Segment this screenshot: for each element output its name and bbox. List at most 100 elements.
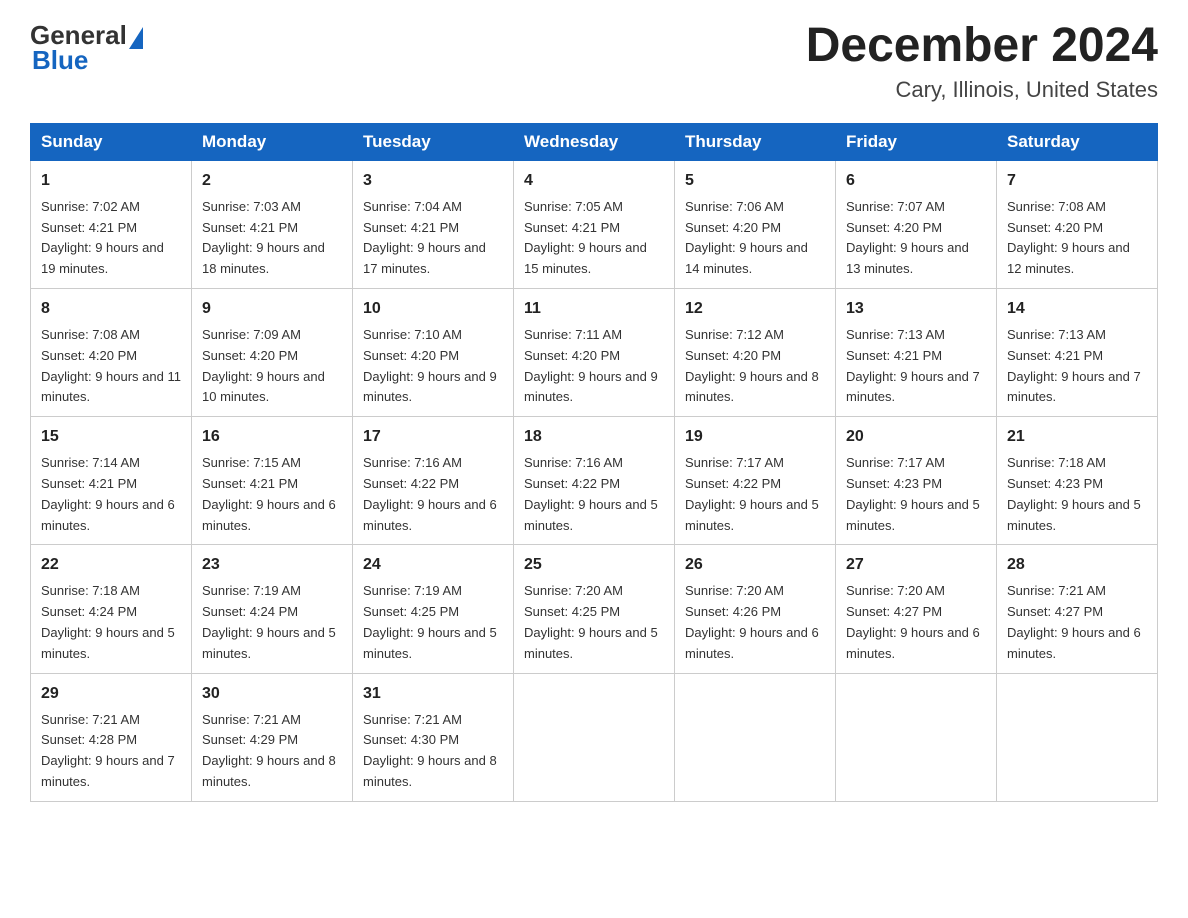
day-cell: 23Sunrise: 7:19 AMSunset: 4:24 PMDayligh… <box>192 545 353 673</box>
day-info: Sunrise: 7:18 AMSunset: 4:24 PMDaylight:… <box>41 581 181 664</box>
day-info: Sunrise: 7:10 AMSunset: 4:20 PMDaylight:… <box>363 325 503 408</box>
day-info: Sunrise: 7:03 AMSunset: 4:21 PMDaylight:… <box>202 197 342 280</box>
day-number: 27 <box>846 553 986 577</box>
logo: General Blue <box>30 20 145 76</box>
week-row-5: 29Sunrise: 7:21 AMSunset: 4:28 PMDayligh… <box>31 673 1158 801</box>
day-cell: 28Sunrise: 7:21 AMSunset: 4:27 PMDayligh… <box>997 545 1158 673</box>
day-cell: 24 Sunrise: 7:19 AMSunset: 4:25 PMDayligh… <box>353 545 514 673</box>
day-info: Sunrise: 7:08 AMSunset: 4:20 PMDaylight:… <box>41 325 181 408</box>
day-cell: 5Sunrise: 7:06 AMSunset: 4:20 PMDaylight… <box>675 160 836 288</box>
calendar-table: SundayMondayTuesdayWednesdayThursdayFrid… <box>30 123 1158 802</box>
header-tuesday: Tuesday <box>353 123 514 160</box>
day-number: 11 <box>524 297 664 321</box>
day-info: Sunrise: 7:11 AMSunset: 4:20 PMDaylight:… <box>524 325 664 408</box>
day-cell: 9 Sunrise: 7:09 AMSunset: 4:20 PMDaylight… <box>192 288 353 416</box>
day-number: 28 <box>1007 553 1147 577</box>
day-cell: 11 Sunrise: 7:11 AMSunset: 4:20 PMDayligh… <box>514 288 675 416</box>
day-info: Sunrise: 7:17 AMSunset: 4:22 PMDaylight:… <box>685 453 825 536</box>
day-number: 4 <box>524 169 664 193</box>
day-cell: 8 Sunrise: 7:08 AMSunset: 4:20 PMDaylight… <box>31 288 192 416</box>
day-cell: 25 Sunrise: 7:20 AMSunset: 4:25 PMDayligh… <box>514 545 675 673</box>
day-number: 22 <box>41 553 181 577</box>
day-cell: 26 Sunrise: 7:20 AMSunset: 4:26 PMDayligh… <box>675 545 836 673</box>
day-number: 19 <box>685 425 825 449</box>
day-cell: 27 Sunrise: 7:20 AMSunset: 4:27 PMDayligh… <box>836 545 997 673</box>
day-cell: 16 Sunrise: 7:15 AMSunset: 4:21 PMDayligh… <box>192 417 353 545</box>
logo-triangle-icon <box>129 27 143 49</box>
location-title: Cary, Illinois, United States <box>806 77 1158 103</box>
day-cell: 17 Sunrise: 7:16 AMSunset: 4:22 PMDayligh… <box>353 417 514 545</box>
day-number: 20 <box>846 425 986 449</box>
week-row-2: 8 Sunrise: 7:08 AMSunset: 4:20 PMDaylight… <box>31 288 1158 416</box>
month-title: December 2024 <box>806 20 1158 73</box>
day-info: Sunrise: 7:06 AMSunset: 4:20 PMDaylight:… <box>685 197 825 280</box>
day-number: 14 <box>1007 297 1147 321</box>
day-cell: 31 Sunrise: 7:21 AMSunset: 4:30 PMDayligh… <box>353 673 514 801</box>
day-info: Sunrise: 7:20 AMSunset: 4:27 PMDaylight:… <box>846 581 986 664</box>
day-number: 6 <box>846 169 986 193</box>
day-cell <box>675 673 836 801</box>
day-info: Sunrise: 7:21 AMSunset: 4:29 PMDaylight:… <box>202 710 342 793</box>
day-info: Sunrise: 7:20 AMSunset: 4:25 PMDaylight:… <box>524 581 664 664</box>
day-info: Sunrise: 7:09 AMSunset: 4:20 PMDaylight:… <box>202 325 342 408</box>
day-cell: 29Sunrise: 7:21 AMSunset: 4:28 PMDayligh… <box>31 673 192 801</box>
day-cell: 12 Sunrise: 7:12 AMSunset: 4:20 PMDayligh… <box>675 288 836 416</box>
day-number: 24 <box>363 553 503 577</box>
day-cell: 6Sunrise: 7:07 AMSunset: 4:20 PMDaylight… <box>836 160 997 288</box>
day-cell: 20 Sunrise: 7:17 AMSunset: 4:23 PMDayligh… <box>836 417 997 545</box>
week-row-3: 15Sunrise: 7:14 AMSunset: 4:21 PMDayligh… <box>31 417 1158 545</box>
day-cell: 4 Sunrise: 7:05 AMSunset: 4:21 PMDaylight… <box>514 160 675 288</box>
day-info: Sunrise: 7:05 AMSunset: 4:21 PMDaylight:… <box>524 197 664 280</box>
day-number: 25 <box>524 553 664 577</box>
day-cell: 18 Sunrise: 7:16 AMSunset: 4:22 PMDayligh… <box>514 417 675 545</box>
day-info: Sunrise: 7:19 AMSunset: 4:24 PMDaylight:… <box>202 581 342 664</box>
day-info: Sunrise: 7:04 AMSunset: 4:21 PMDaylight:… <box>363 197 503 280</box>
day-cell: 10 Sunrise: 7:10 AMSunset: 4:20 PMDayligh… <box>353 288 514 416</box>
day-info: Sunrise: 7:08 AMSunset: 4:20 PMDaylight:… <box>1007 197 1147 280</box>
day-info: Sunrise: 7:12 AMSunset: 4:20 PMDaylight:… <box>685 325 825 408</box>
day-info: Sunrise: 7:18 AMSunset: 4:23 PMDaylight:… <box>1007 453 1147 536</box>
day-number: 7 <box>1007 169 1147 193</box>
day-cell: 14 Sunrise: 7:13 AMSunset: 4:21 PMDayligh… <box>997 288 1158 416</box>
day-cell: 2Sunrise: 7:03 AMSunset: 4:21 PMDaylight… <box>192 160 353 288</box>
day-number: 29 <box>41 682 181 706</box>
day-number: 16 <box>202 425 342 449</box>
day-number: 9 <box>202 297 342 321</box>
day-info: Sunrise: 7:21 AMSunset: 4:30 PMDaylight:… <box>363 710 503 793</box>
page-header: General Blue December 2024 Cary, Illinoi… <box>30 20 1158 103</box>
header-friday: Friday <box>836 123 997 160</box>
day-info: Sunrise: 7:15 AMSunset: 4:21 PMDaylight:… <box>202 453 342 536</box>
day-cell: 30 Sunrise: 7:21 AMSunset: 4:29 PMDayligh… <box>192 673 353 801</box>
day-info: Sunrise: 7:20 AMSunset: 4:26 PMDaylight:… <box>685 581 825 664</box>
day-cell: 22 Sunrise: 7:18 AMSunset: 4:24 PMDayligh… <box>31 545 192 673</box>
day-info: Sunrise: 7:16 AMSunset: 4:22 PMDaylight:… <box>524 453 664 536</box>
day-number: 31 <box>363 682 503 706</box>
day-info: Sunrise: 7:13 AMSunset: 4:21 PMDaylight:… <box>1007 325 1147 408</box>
day-info: Sunrise: 7:16 AMSunset: 4:22 PMDaylight:… <box>363 453 503 536</box>
day-number: 12 <box>685 297 825 321</box>
day-info: Sunrise: 7:17 AMSunset: 4:23 PMDaylight:… <box>846 453 986 536</box>
day-cell: 21 Sunrise: 7:18 AMSunset: 4:23 PMDayligh… <box>997 417 1158 545</box>
day-number: 17 <box>363 425 503 449</box>
day-number: 1 <box>41 169 181 193</box>
day-info: Sunrise: 7:19 AMSunset: 4:25 PMDaylight:… <box>363 581 503 664</box>
header-sunday: Sunday <box>31 123 192 160</box>
day-number: 8 <box>41 297 181 321</box>
title-area: December 2024 Cary, Illinois, United Sta… <box>806 20 1158 103</box>
header-row: SundayMondayTuesdayWednesdayThursdayFrid… <box>31 123 1158 160</box>
day-cell <box>997 673 1158 801</box>
day-number: 10 <box>363 297 503 321</box>
day-number: 30 <box>202 682 342 706</box>
day-number: 13 <box>846 297 986 321</box>
week-row-4: 22 Sunrise: 7:18 AMSunset: 4:24 PMDayligh… <box>31 545 1158 673</box>
day-number: 21 <box>1007 425 1147 449</box>
header-saturday: Saturday <box>997 123 1158 160</box>
day-cell <box>836 673 997 801</box>
day-cell: 15Sunrise: 7:14 AMSunset: 4:21 PMDayligh… <box>31 417 192 545</box>
day-number: 18 <box>524 425 664 449</box>
day-number: 15 <box>41 425 181 449</box>
day-number: 3 <box>363 169 503 193</box>
logo-blue-text: Blue <box>32 45 88 76</box>
day-info: Sunrise: 7:13 AMSunset: 4:21 PMDaylight:… <box>846 325 986 408</box>
day-number: 26 <box>685 553 825 577</box>
